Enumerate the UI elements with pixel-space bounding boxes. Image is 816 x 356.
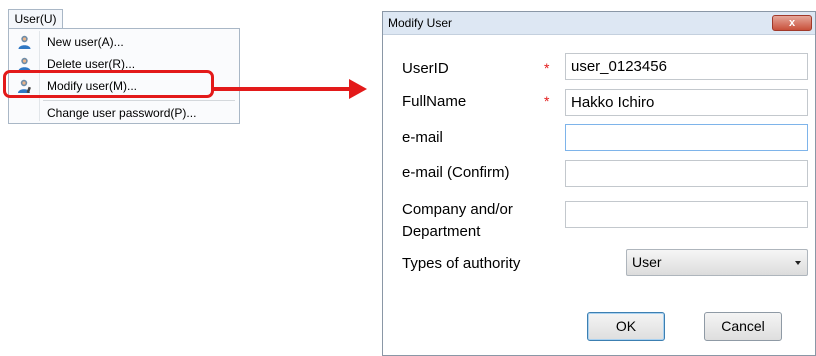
company-field[interactable] [565, 201, 808, 228]
arrow-line [214, 87, 354, 91]
chevron-down-icon [795, 261, 801, 265]
dialog-titlebar: Modify User x [383, 12, 815, 35]
email-field[interactable] [565, 124, 808, 151]
user-icon [18, 57, 31, 71]
company-label-line2: Department [402, 223, 481, 240]
email-label: e-mail [402, 129, 443, 146]
close-button[interactable]: x [772, 15, 812, 31]
arrow-head-icon [349, 79, 367, 99]
dialog-title: Modify User [388, 16, 453, 30]
email-confirm-field[interactable] [565, 160, 808, 187]
close-icon: x [788, 17, 796, 29]
required-marker: * [544, 60, 550, 76]
userid-field[interactable]: user_0123456 [565, 53, 808, 80]
menu-item-new-user[interactable]: New user(A)... [9, 32, 239, 52]
highlight-box [3, 70, 214, 98]
ok-button[interactable]: OK [587, 312, 665, 341]
menu-item-change-password[interactable]: Change user password(P)... [9, 103, 239, 123]
menu-item-label: New user(A)... [47, 35, 124, 49]
user-icon [18, 35, 31, 49]
modify-user-dialog: Modify User x UserID * user_0123456 Full… [382, 11, 816, 356]
authority-select[interactable]: User [626, 249, 808, 276]
fullname-label: FullName [402, 93, 467, 110]
required-marker: * [544, 93, 550, 109]
userid-label: UserID [402, 60, 449, 77]
menu-item-label: Change user password(P)... [47, 106, 197, 120]
company-label-line1: Company and/or [402, 201, 513, 218]
authority-label: Types of authority [402, 255, 521, 272]
email-confirm-label: e-mail (Confirm) [402, 164, 510, 181]
fullname-field[interactable]: Hakko Ichiro [565, 89, 808, 116]
menu-user[interactable]: User(U) [8, 9, 63, 28]
cancel-button[interactable]: Cancel [704, 312, 782, 341]
menu-separator [43, 100, 235, 101]
authority-selected-value: User [632, 254, 662, 270]
